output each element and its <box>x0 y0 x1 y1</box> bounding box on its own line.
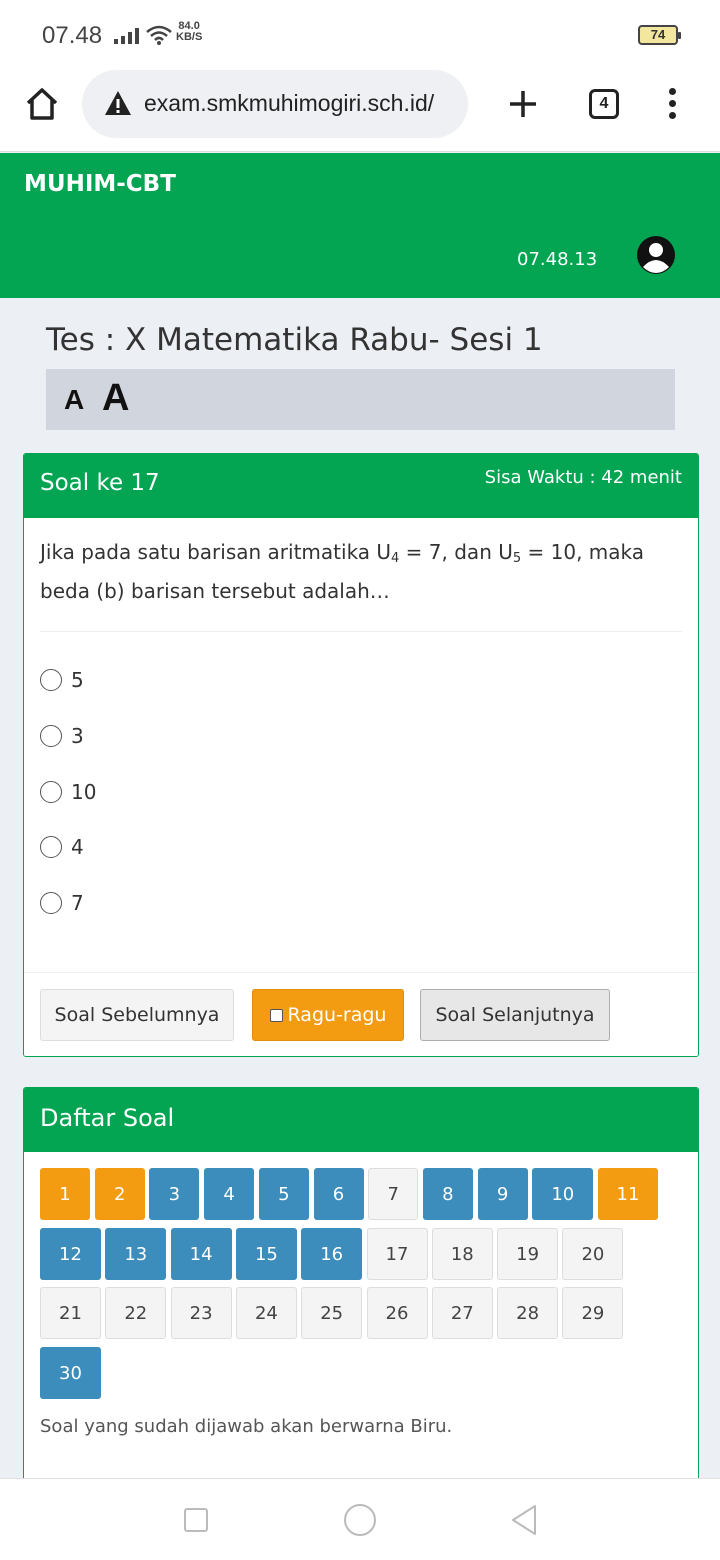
question-number-button-27[interactable]: 27 <box>431 1287 493 1339</box>
app-header: MUHIM-CBT 07.48.13 <box>0 153 720 298</box>
question-number-button-17[interactable]: 17 <box>366 1228 428 1280</box>
doubt-button[interactable]: Ragu-ragu <box>252 989 404 1041</box>
radio-button[interactable] <box>40 669 62 691</box>
question-number-button-11[interactable]: 11 <box>598 1168 658 1220</box>
header-clock: 07.48.13 <box>517 249 598 270</box>
question-number-button-6[interactable]: 6 <box>313 1168 364 1220</box>
answer-option[interactable]: 7 <box>40 888 84 918</box>
question-number-button-4[interactable]: 4 <box>204 1168 255 1220</box>
browser-toolbar: exam.smkmuhimogiri.sch.id/ 4 <box>0 70 720 152</box>
tab-switcher-button[interactable]: 4 <box>589 89 619 119</box>
font-size-large-button[interactable]: A <box>102 377 129 420</box>
question-number-button-14[interactable]: 14 <box>170 1228 232 1280</box>
font-size-small-button[interactable]: A <box>64 384 84 416</box>
test-title: Tes : X Matematika Rabu- Sesi 1 <box>46 322 543 358</box>
question-number-button-22[interactable]: 22 <box>105 1287 167 1339</box>
question-number-button-19[interactable]: 19 <box>497 1228 559 1280</box>
answer-option[interactable]: 10 <box>40 777 96 807</box>
question-number-button-9[interactable]: 9 <box>477 1168 528 1220</box>
question-number-button-21[interactable]: 21 <box>40 1287 101 1339</box>
network-speed: 84.0 KB/S <box>176 21 202 43</box>
system-nav-bar <box>0 1478 720 1560</box>
option-label[interactable]: 10 <box>71 780 96 804</box>
time-remaining: Sisa Waktu : 42 menit <box>484 467 682 488</box>
question-list-header: Daftar Soal <box>24 1088 698 1152</box>
recent-apps-icon[interactable] <box>184 1508 208 1532</box>
question-number-button-7[interactable]: 7 <box>368 1168 419 1220</box>
question-number-button-2[interactable]: 2 <box>94 1168 145 1220</box>
new-tab-icon[interactable] <box>507 88 539 120</box>
question-number-button-12[interactable]: 12 <box>40 1228 101 1280</box>
question-footer: Soal Sebelumnya Ragu-ragu Soal Selanjutn… <box>24 972 698 1056</box>
previous-question-button[interactable]: Soal Sebelumnya <box>40 989 234 1041</box>
question-number-button-28[interactable]: 28 <box>497 1287 559 1339</box>
back-icon[interactable] <box>510 1504 538 1536</box>
question-number-button-25[interactable]: 25 <box>301 1287 363 1339</box>
question-text-part: Jika pada satu barisan aritmatika U <box>40 540 392 564</box>
question-number-button-3[interactable]: 3 <box>149 1168 200 1220</box>
question-number-button-8[interactable]: 8 <box>422 1168 473 1220</box>
more-menu-icon[interactable] <box>664 88 680 122</box>
question-number-button-5[interactable]: 5 <box>258 1168 309 1220</box>
question-number-button-20[interactable]: 20 <box>562 1228 624 1280</box>
doubt-checkbox[interactable] <box>269 1008 283 1022</box>
divider <box>40 631 682 632</box>
question-number-button-15[interactable]: 15 <box>235 1228 297 1280</box>
question-number-button-26[interactable]: 26 <box>366 1287 428 1339</box>
option-label[interactable]: 4 <box>71 835 84 859</box>
app-brand[interactable]: MUHIM-CBT <box>24 171 176 197</box>
radio-button[interactable] <box>40 836 62 858</box>
question-list-title: Daftar Soal <box>40 1104 175 1132</box>
radio-button[interactable] <box>40 892 62 914</box>
status-bar: 07.48 84.0 KB/S 74 <box>0 0 720 70</box>
option-label[interactable]: 3 <box>71 724 84 748</box>
user-avatar-icon[interactable] <box>636 235 676 275</box>
question-number-button-10[interactable]: 10 <box>532 1168 594 1220</box>
answer-option[interactable]: 5 <box>40 665 84 695</box>
question-number-button-16[interactable]: 16 <box>301 1228 363 1280</box>
battery-icon: 74 <box>638 25 681 45</box>
question-header: Soal ke 17 Sisa Waktu : 42 menit <box>24 454 698 518</box>
doubt-label[interactable]: Ragu-ragu <box>288 1004 387 1026</box>
option-label[interactable]: 5 <box>71 668 84 692</box>
option-label[interactable]: 7 <box>71 891 84 915</box>
speed-unit: KB/S <box>176 31 203 43</box>
home-icon[interactable] <box>24 86 60 122</box>
question-number-button-18[interactable]: 18 <box>431 1228 493 1280</box>
question-number-button-13[interactable]: 13 <box>105 1228 167 1280</box>
subscript: 5 <box>512 551 522 566</box>
legend-note: Soal yang sudah dijawab akan berwarna Bi… <box>40 1416 453 1437</box>
answer-option[interactable]: 3 <box>40 721 84 751</box>
question-list-card: Daftar Soal 1 2 3 4 5 6 7 8 9 10 11 12 13 14 15 16 17 18 1… <box>23 1087 699 1487</box>
font-size-bar: A A <box>46 369 675 430</box>
question-number-button-29[interactable]: 29 <box>562 1287 624 1339</box>
status-time: 07.48 <box>42 22 103 49</box>
signal-icon <box>114 28 139 44</box>
question-number-button-30[interactable]: 30 <box>40 1347 101 1399</box>
radio-button[interactable] <box>40 781 62 803</box>
radio-button[interactable] <box>40 725 62 747</box>
question-text-part: = 7, dan U <box>399 540 513 564</box>
next-question-button[interactable]: Soal Selanjutnya <box>420 989 610 1041</box>
question-number-button-1[interactable]: 1 <box>40 1168 90 1220</box>
wifi-icon <box>146 25 172 45</box>
url-text[interactable]: exam.smkmuhimogiri.sch.id/ <box>144 90 434 117</box>
address-bar[interactable]: exam.smkmuhimogiri.sch.id/ <box>82 70 468 138</box>
question-number: Soal ke 17 <box>40 470 160 496</box>
question-number-button-23[interactable]: 23 <box>170 1287 232 1339</box>
answer-option[interactable]: 4 <box>40 832 84 862</box>
question-text: Jika pada satu barisan aritmatika U4 = 7… <box>40 536 680 608</box>
question-number-button-24[interactable]: 24 <box>235 1287 297 1339</box>
warning-icon[interactable] <box>104 90 132 116</box>
question-card: Soal ke 17 Sisa Waktu : 42 menit Jika pa… <box>23 453 699 1057</box>
home-circle-icon[interactable] <box>344 1504 376 1536</box>
